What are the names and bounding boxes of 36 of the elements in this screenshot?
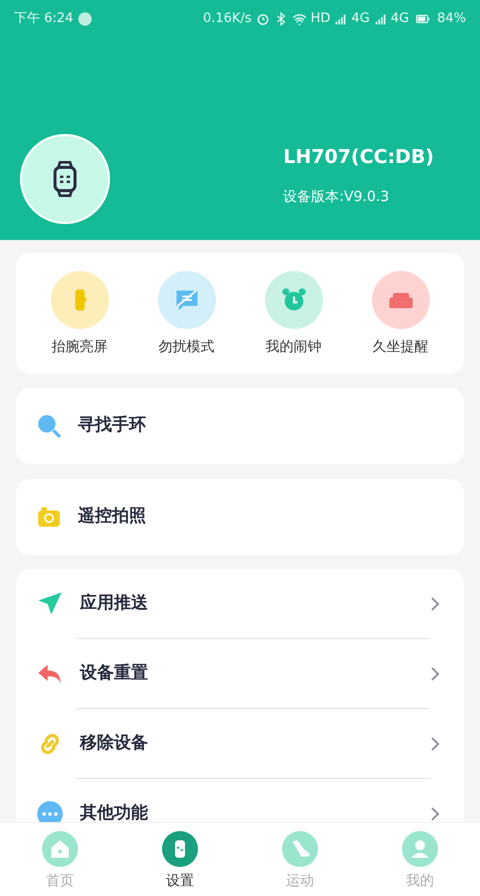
menu-item[interactable]: 移除设备 [16,709,464,778]
device-name: LH707(CC:DB) [283,144,434,170]
search-icon [36,413,62,439]
quick-action-label: 我的闹钟 [266,338,322,357]
quick-action-label: 久坐提醒 [372,338,428,357]
status-time: 下午 6:24 [14,10,74,28]
quick-action-button[interactable]: 勿扰模式 [158,271,216,358]
firmware-version: 设备版本:V9.0.3 [283,188,390,207]
signal-icon [374,12,387,26]
quick-action-label: 抬腕亮屏 [52,338,108,357]
alarm-icon [256,12,270,26]
wifi-icon [292,12,307,26]
battery-level: 84% [437,10,466,28]
menu-item[interactable]: 应用推送 [16,569,464,638]
menu-label: 遥控拍照 [78,505,146,528]
loading-icon [77,11,94,27]
network-type: 4G [390,10,410,28]
network-speed: 0.16K/s [202,10,252,28]
quick-action-button[interactable]: 久坐提醒 [372,271,430,358]
send-icon [36,590,64,618]
menu-item[interactable]: 其他功能 [16,779,464,822]
quick-action-button[interactable]: 我的闹钟 [264,271,322,358]
tab-button[interactable]: 设置 [140,831,220,892]
network-type: 4G [351,10,370,28]
menu-label: 其他功能 [80,802,149,822]
menu-item[interactable]: 设备重置 [16,639,464,708]
wifi-label: HD [310,10,330,28]
signal-icon [334,12,348,26]
menu-card[interactable]: 遥控拍照 [16,479,464,555]
menu-label: 移除设备 [80,732,149,755]
menu-label: 应用推送 [80,592,149,615]
quick-action-label: 勿扰模式 [158,338,214,357]
menu-label: 设备重置 [80,662,149,685]
menu-label: 寻找手环 [78,414,146,438]
menu-card[interactable]: 寻找手环 [16,388,464,464]
quick-action-button[interactable]: 抬腕亮屏 [50,271,108,358]
